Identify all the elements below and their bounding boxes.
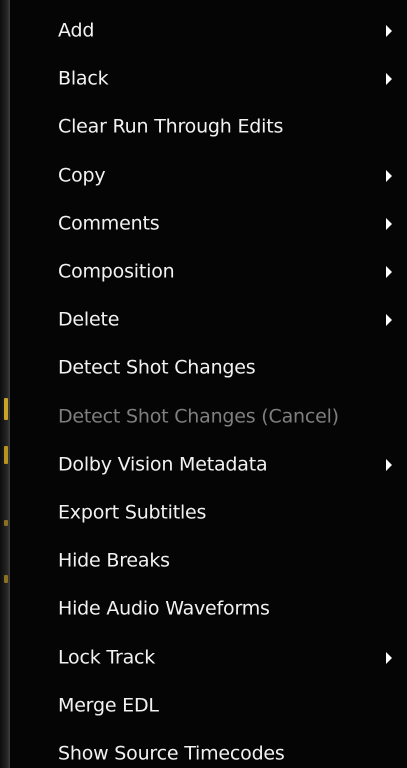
menu-item-label: Dolby Vision Metadata bbox=[58, 453, 268, 476]
menu-item-label: Show Source Timecodes bbox=[58, 742, 285, 765]
menu-item-delete[interactable]: Delete bbox=[10, 296, 407, 344]
background-timeline-strip bbox=[0, 0, 9, 768]
menu-item-show-source-timecodes[interactable]: Show Source Timecodes bbox=[10, 730, 407, 768]
menu-item-copy[interactable]: Copy bbox=[10, 152, 407, 200]
context-menu: Add Black Clear Run Through Edits Copy Comme… bbox=[9, 0, 407, 768]
menu-item-black[interactable]: Black bbox=[10, 55, 407, 103]
menu-item-label: Delete bbox=[58, 308, 120, 331]
waveform-mark bbox=[4, 575, 8, 583]
menu-item-label: Black bbox=[58, 67, 109, 90]
menu-item-comments[interactable]: Comments bbox=[10, 200, 407, 248]
submenu-arrow-icon bbox=[386, 25, 392, 38]
menu-item-label: Clear Run Through Edits bbox=[58, 115, 284, 138]
waveform-mark bbox=[4, 520, 8, 526]
menu-item-label: Detect Shot Changes bbox=[58, 356, 256, 379]
menu-item-detect-shot-changes-cancel: Detect Shot Changes (Cancel) bbox=[10, 393, 407, 441]
menu-item-export-subtitles[interactable]: Export Subtitles bbox=[10, 489, 407, 537]
submenu-arrow-icon bbox=[386, 169, 392, 182]
menu-item-merge-edl[interactable]: Merge EDL bbox=[10, 682, 407, 730]
menu-item-clear-run-through-edits[interactable]: Clear Run Through Edits bbox=[10, 103, 407, 151]
menu-item-label: Hide Audio Waveforms bbox=[58, 597, 270, 620]
menu-item-label: Composition bbox=[58, 260, 175, 283]
menu-item-label: Detect Shot Changes (Cancel) bbox=[58, 405, 339, 428]
menu-item-composition[interactable]: Composition bbox=[10, 248, 407, 296]
menu-item-label: Hide Breaks bbox=[58, 549, 170, 572]
submenu-arrow-icon bbox=[386, 73, 392, 86]
menu-item-detect-shot-changes[interactable]: Detect Shot Changes bbox=[10, 344, 407, 392]
menu-item-label: Copy bbox=[58, 164, 106, 187]
menu-item-lock-track[interactable]: Lock Track bbox=[10, 633, 407, 681]
menu-item-label: Comments bbox=[58, 212, 160, 235]
submenu-arrow-icon bbox=[386, 266, 392, 279]
menu-item-label: Export Subtitles bbox=[58, 501, 207, 524]
submenu-arrow-icon bbox=[386, 314, 392, 327]
submenu-arrow-icon bbox=[386, 217, 392, 230]
menu-item-add[interactable]: Add bbox=[10, 7, 407, 55]
menu-item-label: Merge EDL bbox=[58, 694, 159, 717]
submenu-arrow-icon bbox=[386, 651, 392, 664]
waveform-mark bbox=[4, 446, 8, 464]
menu-item-label: Lock Track bbox=[58, 646, 156, 669]
context-menu-list: Add Black Clear Run Through Edits Copy Comme… bbox=[10, 7, 407, 768]
menu-item-hide-breaks[interactable]: Hide Breaks bbox=[10, 537, 407, 585]
waveform-mark bbox=[4, 398, 8, 420]
menu-item-dolby-vision-metadata[interactable]: Dolby Vision Metadata bbox=[10, 441, 407, 489]
menu-item-hide-audio-waveforms[interactable]: Hide Audio Waveforms bbox=[10, 585, 407, 633]
submenu-arrow-icon bbox=[386, 458, 392, 471]
screen: Add Black Clear Run Through Edits Copy Comme… bbox=[0, 0, 407, 768]
menu-item-label: Add bbox=[58, 19, 95, 42]
